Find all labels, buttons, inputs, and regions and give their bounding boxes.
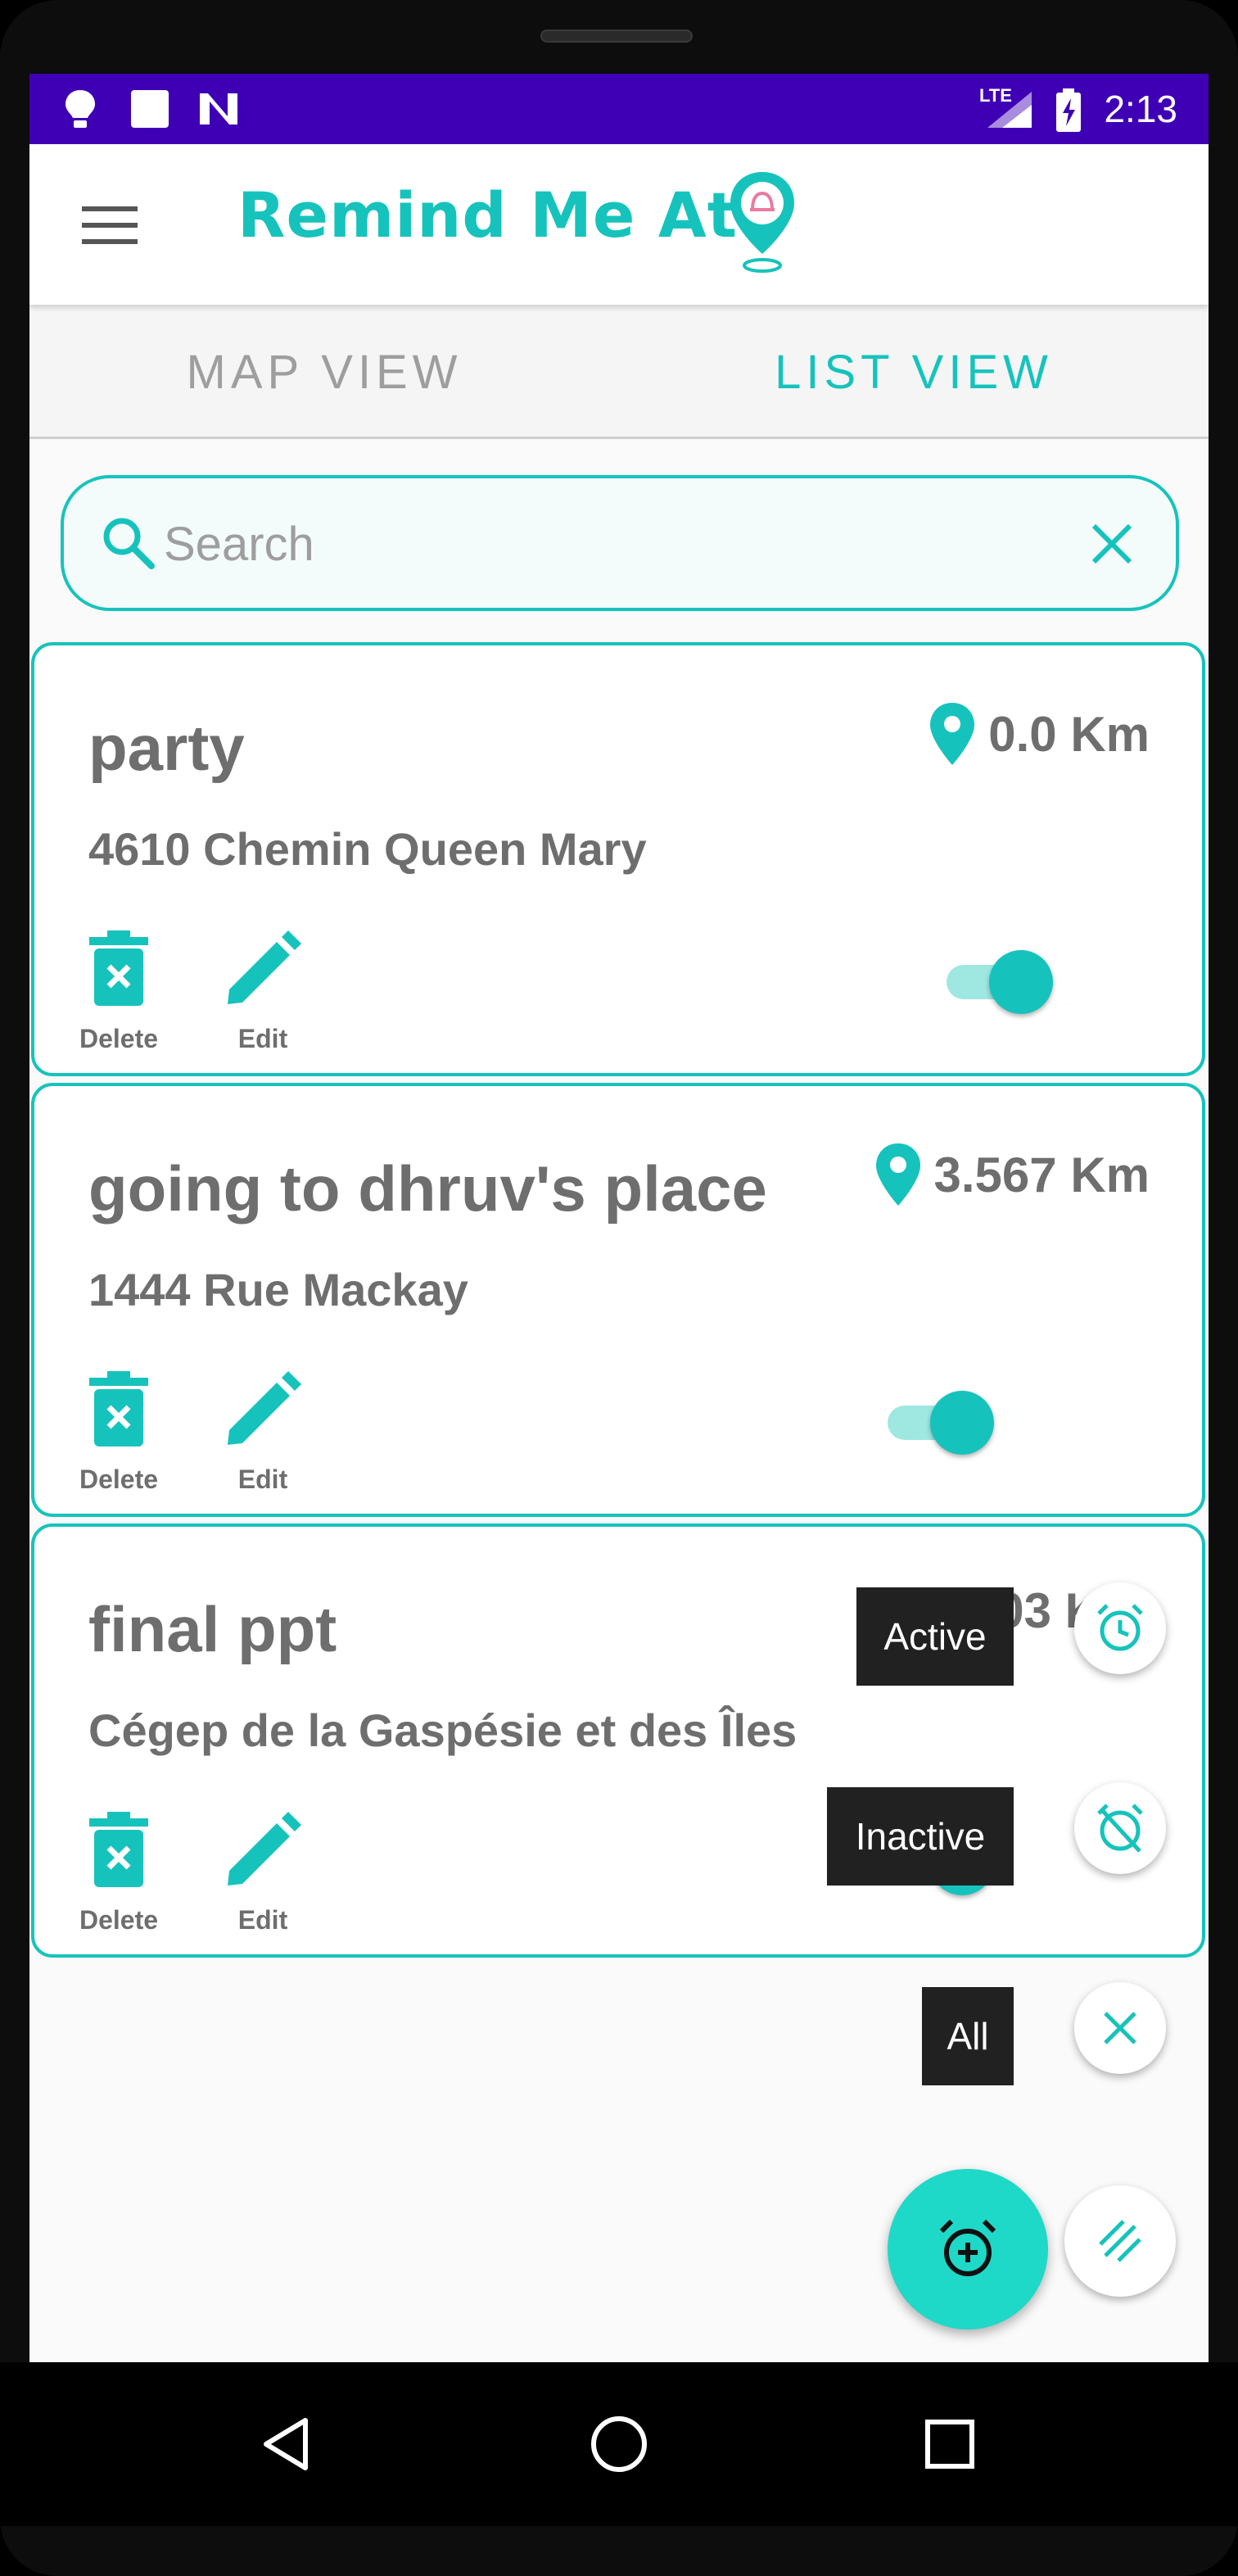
search-bar	[61, 475, 1179, 611]
search-icon	[103, 518, 155, 569]
delete-button[interactable]: Delete	[66, 1812, 172, 1935]
active-filter-label[interactable]: Active	[856, 1587, 1014, 1686]
recents-button[interactable]	[909, 2403, 991, 2485]
tab-map-view[interactable]: MAP VIEW	[29, 305, 619, 439]
all-filter-label[interactable]: All	[922, 1987, 1014, 2085]
edit-button[interactable]: Edit	[210, 1371, 316, 1495]
delete-icon	[89, 1371, 148, 1446]
back-button[interactable]	[247, 2403, 329, 2485]
reminder-address: 1444 Rue Mackay	[88, 1264, 468, 1315]
battery-charging-icon	[1056, 88, 1081, 132]
delete-label: Delete	[79, 1905, 159, 1935]
delete-icon	[89, 930, 148, 1006]
edit-label: Edit	[237, 1465, 288, 1494]
app-title: Remind Me At	[237, 179, 739, 251]
tab-list-view[interactable]: LIST VIEW	[619, 305, 1209, 439]
pencil-icon	[228, 930, 301, 1004]
sort-lines-icon	[1099, 2220, 1141, 2262]
reminder-title: party	[88, 712, 245, 784]
recents-square-icon	[925, 2420, 974, 2469]
status-bar: LTE 2:13	[29, 74, 1209, 144]
delete-button[interactable]: Delete	[66, 1371, 172, 1495]
reminder-card[interactable]: going to dhruv's place 3.567 Km 1444 Rue…	[31, 1083, 1205, 1517]
pencil-icon	[228, 1371, 301, 1445]
location-pin-icon	[930, 703, 975, 765]
app-bar: Remind Me At	[29, 144, 1209, 305]
inactive-filter-button[interactable]	[1074, 1782, 1166, 1874]
navigation-bar	[0, 2362, 1238, 2526]
reminder-address: Cégep de la Gaspésie et des Îles	[88, 1705, 797, 1756]
distance: 3.567 Km	[874, 1142, 1150, 1207]
signal-icon	[987, 92, 1032, 128]
active-toggle[interactable]	[888, 1386, 994, 1455]
close-filter-menu-button[interactable]	[1074, 1982, 1166, 2074]
toggle-knob	[989, 950, 1053, 1014]
n-icon	[200, 93, 237, 124]
edit-button[interactable]: Edit	[210, 1812, 316, 1935]
back-triangle-icon	[264, 2418, 308, 2470]
clock: 2:13	[1104, 88, 1177, 130]
add-reminder-button[interactable]	[888, 2169, 1048, 2329]
add-alarm-icon	[939, 2219, 996, 2276]
view-tabs: MAP VIEW LIST VIEW	[29, 305, 1209, 439]
distance-value: 3.567 Km	[933, 1147, 1150, 1202]
location-pin-icon	[875, 1143, 920, 1206]
search-input[interactable]	[164, 505, 983, 583]
delete-label: Delete	[79, 1465, 159, 1494]
alarm-clock-icon	[1097, 1604, 1143, 1651]
bulb-icon	[66, 90, 95, 128]
edit-label: Edit	[237, 1905, 288, 1935]
home-button[interactable]	[578, 2403, 660, 2485]
reminder-title: final ppt	[88, 1593, 337, 1665]
edit-button[interactable]: Edit	[210, 930, 316, 1054]
reminder-title: going to dhruv's place	[88, 1152, 767, 1225]
reminder-card[interactable]: party 0.0 Km 4610 Chemin Queen Mary Dele…	[31, 642, 1205, 1076]
screen: LTE 2:13 Remind Me At MAP VIEW LIST VIEW…	[29, 74, 1209, 2362]
alarm-off-icon	[1097, 1804, 1143, 1853]
delete-icon	[89, 1812, 148, 1887]
filter-menu-button[interactable]	[1064, 2185, 1176, 2297]
inactive-filter-label[interactable]: Inactive	[827, 1787, 1014, 1886]
home-circle-icon	[591, 2416, 647, 2472]
edit-label: Edit	[237, 1024, 288, 1053]
device-frame: LTE 2:13 Remind Me At MAP VIEW LIST VIEW…	[0, 0, 1238, 2576]
distance-value: 0.0 Km	[988, 706, 1150, 762]
active-toggle[interactable]	[947, 945, 1053, 1014]
reminder-address: 4610 Chemin Queen Mary	[88, 823, 647, 875]
distance: 0.0 Km	[928, 701, 1150, 767]
delete-label: Delete	[79, 1024, 159, 1053]
hamburger-menu-icon[interactable]	[82, 205, 138, 246]
speaker-grille	[540, 29, 693, 43]
reminder-card[interactable]: final ppt 03 K Cégep de la Gaspésie et d…	[31, 1523, 1205, 1958]
location-pin-logo-icon	[730, 172, 794, 273]
toggle-knob	[930, 1391, 994, 1455]
active-filter-button[interactable]	[1074, 1582, 1166, 1674]
close-icon	[1104, 2012, 1136, 2044]
close-icon[interactable]	[1089, 521, 1135, 567]
delete-button[interactable]: Delete	[66, 930, 172, 1054]
pencil-icon	[228, 1812, 301, 1886]
square-icon	[131, 90, 169, 128]
